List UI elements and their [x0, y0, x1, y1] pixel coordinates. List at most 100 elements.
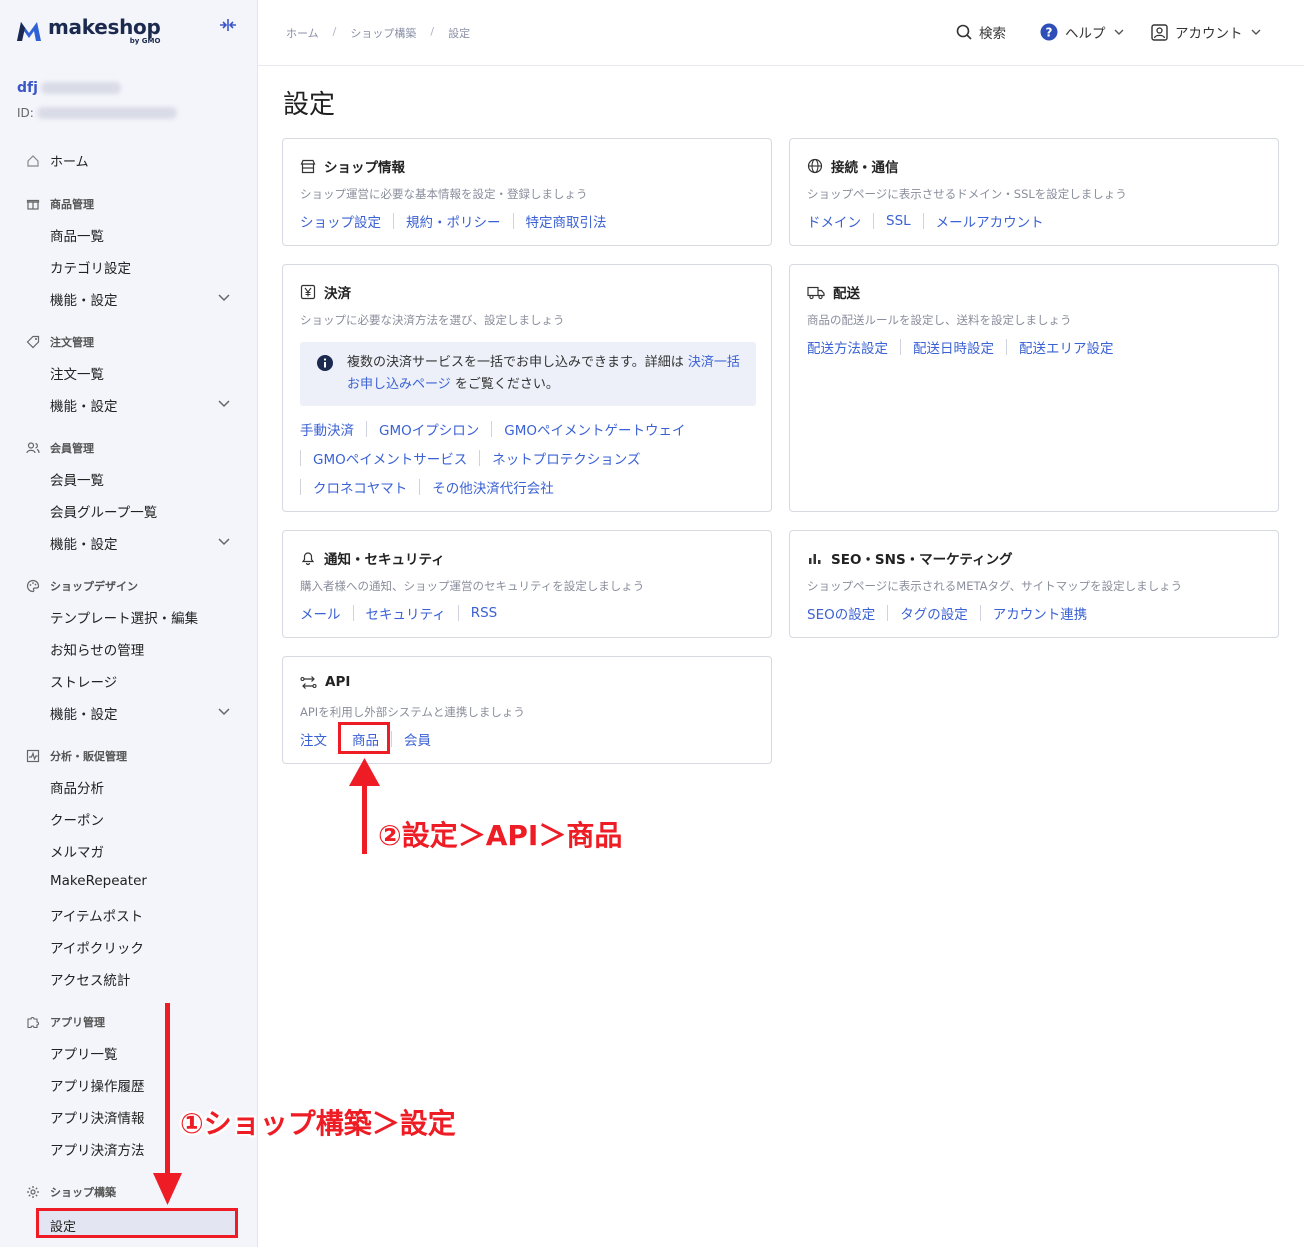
bar-chart-icon — [809, 554, 821, 564]
chevron-down-icon[interactable] — [218, 294, 230, 302]
link-shop-settings[interactable]: ショップ設定 — [300, 211, 381, 231]
link-divider — [979, 605, 981, 621]
card-title-text: ショップ情報 — [324, 160, 405, 176]
sidebar-item-design-features[interactable]: 機能・設定 — [50, 703, 118, 723]
link-account-link[interactable]: アカウント連携 — [993, 603, 1088, 623]
shop-id: ID: — [17, 106, 177, 120]
info-icon — [317, 355, 333, 371]
card-title-text: API — [325, 674, 351, 690]
sidebar: makeshop by GMO dfj ID: ホーム 商品管理 商品一覧 カテ… — [0, 0, 258, 1247]
sidebar-item-member-list[interactable]: 会員一覧 — [50, 469, 104, 489]
card-links: 配送方法設定 配送日時設定 配送エリア設定 — [807, 337, 1114, 357]
card-title-text: 接続・通信 — [831, 160, 899, 176]
link-kuroneko-yamato[interactable]: クロネコヤマト — [313, 477, 407, 497]
sidebar-item-product-analysis[interactable]: 商品分析 — [50, 777, 104, 797]
link-api-members[interactable]: 会員 — [404, 729, 431, 749]
link-rss[interactable]: RSS — [471, 605, 498, 621]
card-seo-marketing: SEO・SNS・マーケティング ショップページに表示されるMETAタグ、サイトマ… — [789, 530, 1279, 638]
link-commercial-law[interactable]: 特定商取引法 — [526, 211, 607, 231]
info-text-part2: をご覧ください。 — [454, 377, 559, 392]
sidebar-item-news[interactable]: お知らせの管理 — [50, 639, 144, 659]
sidebar-item-storage[interactable]: ストレージ — [50, 671, 117, 691]
link-divider — [300, 450, 301, 466]
help-label: ヘルプ — [1065, 26, 1106, 42]
sidebar-item-order-list[interactable]: 注文一覧 — [50, 363, 104, 383]
link-mail-account[interactable]: メールアカウント — [936, 211, 1044, 231]
card-description: ショップページに表示されるMETAタグ、サイトマップを設定しましょう — [807, 579, 1183, 593]
link-divider — [419, 479, 421, 495]
link-shipping-method[interactable]: 配送方法設定 — [807, 337, 888, 357]
link-divider — [457, 605, 459, 621]
sidebar-item-app-payment-info[interactable]: アプリ決済情報 — [50, 1107, 145, 1127]
sidebar-item-home[interactable]: ホーム — [26, 151, 89, 170]
search-button[interactable]: 検索 — [956, 22, 1006, 42]
puzzle-icon — [27, 1017, 39, 1029]
chevron-down-icon — [1251, 29, 1260, 35]
chevron-down-icon[interactable] — [218, 538, 230, 546]
sidebar-item-order-features[interactable]: 機能・設定 — [50, 395, 118, 415]
bell-icon — [301, 552, 315, 566]
link-shipping-datetime[interactable]: 配送日時設定 — [913, 337, 994, 357]
sidebar-item-makerepeater[interactable]: MakeRepeater — [50, 873, 147, 889]
sidebar-item-app-list[interactable]: アプリ一覧 — [50, 1043, 118, 1063]
help-button[interactable]: ? ヘルプ — [1040, 22, 1131, 42]
sidebar-item-mailmag[interactable]: メルマガ — [50, 841, 104, 861]
breadcrumb-build[interactable]: ショップ構築 — [350, 25, 416, 41]
sidebar-item-label: 設定 — [50, 1220, 77, 1235]
link-api-orders[interactable]: 注文 — [300, 729, 327, 749]
sidebar-item-template[interactable]: テンプレート選択・編集 — [50, 607, 198, 627]
sidebar-item-settings[interactable]: 設定 — [36, 1208, 238, 1238]
card-links: メール セキュリティ RSS — [300, 603, 497, 623]
link-divider — [887, 605, 889, 621]
card-links: クロネコヤマト その他決済代行会社 — [300, 477, 554, 497]
search-label: 検索 — [979, 26, 1006, 42]
sidebar-item-itempost[interactable]: アイテムポスト — [50, 905, 143, 925]
chevron-down-icon[interactable] — [218, 708, 230, 716]
link-domain[interactable]: ドメイン — [807, 211, 861, 231]
sidebar-section-label: 注文管理 — [50, 336, 94, 349]
link-other-payment[interactable]: その他決済代行会社 — [432, 477, 554, 497]
shop-name[interactable]: dfj — [17, 80, 121, 96]
sidebar-item-product-features[interactable]: 機能・設定 — [50, 289, 118, 309]
gear-icon — [27, 1186, 39, 1198]
store-icon — [300, 159, 316, 173]
account-label: アカウント — [1175, 26, 1243, 42]
link-gmo-payment-service[interactable]: GMOペイメントサービス — [313, 448, 467, 468]
link-mail[interactable]: メール — [300, 603, 341, 623]
link-manual-payment[interactable]: 手動決済 — [300, 419, 354, 439]
brand-logo[interactable]: makeshop by GMO — [16, 16, 161, 45]
chevron-down-icon[interactable] — [218, 400, 230, 408]
chart-icon — [26, 749, 40, 763]
sidebar-item-aipoclick[interactable]: アイポクリック — [50, 937, 144, 957]
link-shipping-area[interactable]: 配送エリア設定 — [1019, 337, 1114, 357]
link-seo-settings[interactable]: SEOの設定 — [807, 603, 875, 623]
breadcrumb-home[interactable]: ホーム — [286, 25, 319, 41]
info-text-part1: 複数の決済サービスを一括でお申し込みできます。詳細は — [347, 355, 684, 370]
sidebar-item-category-settings[interactable]: カテゴリ設定 — [50, 257, 131, 277]
link-divider — [1006, 339, 1007, 355]
card-title-text: 通知・セキュリティ — [324, 552, 445, 568]
sidebar-item-product-list[interactable]: 商品一覧 — [50, 225, 104, 245]
link-tag-settings[interactable]: タグの設定 — [900, 603, 968, 623]
sidebar-item-access-stats[interactable]: アクセス統計 — [50, 969, 130, 989]
shop-name-text: dfj — [17, 80, 38, 96]
sidebar-item-member-groups[interactable]: 会員グループ一覧 — [50, 501, 157, 521]
breadcrumb: ホーム / ショップ構築 / 設定 — [286, 25, 470, 41]
gift-icon — [26, 199, 40, 210]
link-net-protections[interactable]: ネットプロテクションズ — [492, 448, 640, 468]
link-ssl[interactable]: SSL — [886, 213, 911, 229]
card-notification-security: 通知・セキュリティ 購入者様への通知、ショップ運営のセキュリティを設定しましょう… — [282, 530, 772, 638]
link-terms-policy[interactable]: 規約・ポリシー — [406, 211, 501, 231]
page-title: 設定 — [283, 90, 336, 120]
account-button[interactable]: アカウント — [1151, 22, 1268, 42]
sidebar-item-member-features[interactable]: 機能・設定 — [50, 533, 118, 553]
sidebar-item-app-history[interactable]: アプリ操作履歴 — [50, 1075, 145, 1095]
link-security[interactable]: セキュリティ — [366, 603, 446, 623]
info-box: 複数の決済サービスを一括でお申し込みできます。詳細は 決済一括お申し込みページ … — [300, 342, 756, 406]
sidebar-collapse-icon[interactable] — [218, 18, 238, 32]
sidebar-item-coupon[interactable]: クーポン — [50, 809, 104, 829]
card-description: ショップページに表示させるドメイン・SSLを設定しましょう — [807, 187, 1127, 201]
sidebar-item-app-payment-method[interactable]: アプリ決済方法 — [50, 1139, 145, 1159]
link-gmo-epsilon[interactable]: GMOイプシロン — [379, 419, 479, 439]
link-gmo-payment-gateway[interactable]: GMOペイメントゲートウェイ — [504, 419, 685, 439]
